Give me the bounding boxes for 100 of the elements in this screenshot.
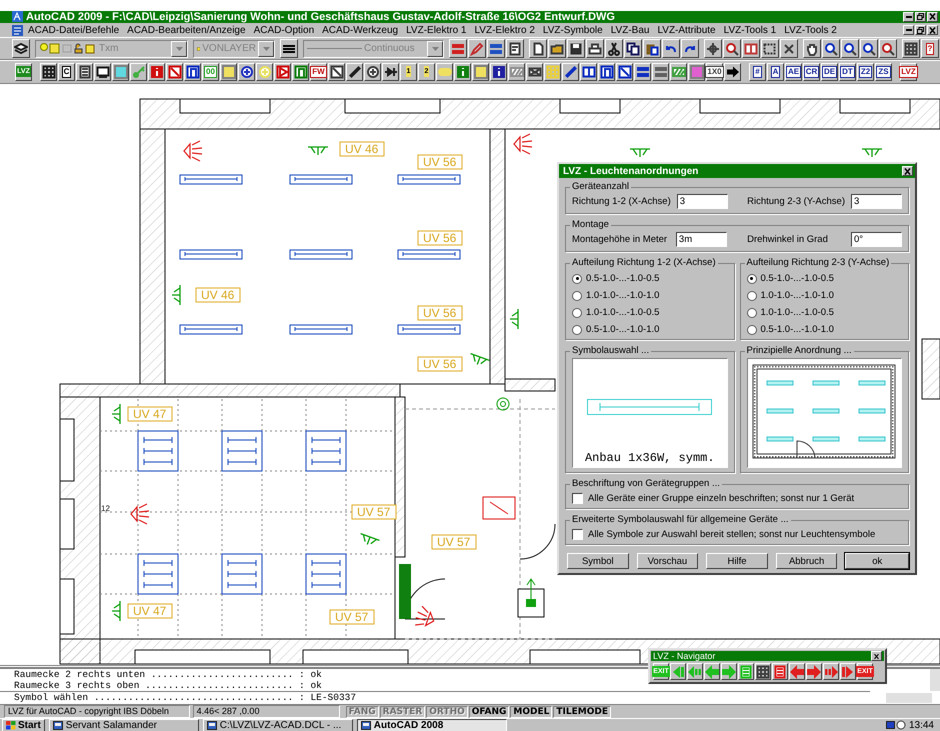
- window-opening: [60, 578, 74, 634]
- taskbar-button[interactable]: C:\LVZ\LVZ-ACAD.DCL - ...: [202, 719, 353, 731]
- toolbar-button[interactable]: #: [749, 62, 766, 81]
- circuit-label: UV 56: [418, 356, 462, 372]
- restore-button[interactable]: [915, 25, 926, 36]
- outlet-symbol: [111, 402, 121, 424]
- toolbar-button[interactable]: C: [58, 62, 75, 81]
- menu-item[interactable]: LVZ-Attribute: [654, 24, 719, 36]
- close-button[interactable]: [927, 25, 938, 36]
- input-field[interactable]: 3: [676, 194, 728, 209]
- toolbar-button[interactable]: A: [767, 62, 784, 81]
- status-toggle[interactable]: MODEL: [510, 706, 552, 718]
- restore-button[interactable]: [915, 12, 926, 22]
- dropdown-arrow-icon: [176, 46, 182, 51]
- device-symbol: [518, 578, 544, 618]
- menu-item[interactable]: ACAD-Option: [250, 24, 318, 36]
- program-icon: [52, 720, 63, 730]
- close-button[interactable]: [871, 651, 882, 661]
- group-title: Aufteilung Richtung 1-2 (X-Achse): [570, 257, 718, 268]
- menu-item[interactable]: ACAD-Werkzeug: [319, 24, 402, 36]
- status-toggle[interactable]: TILEMODE: [553, 706, 611, 718]
- radio-button[interactable]: [572, 308, 582, 318]
- menu-item[interactable]: LVZ-Tools 2: [781, 24, 840, 36]
- menu-item[interactable]: LVZ-Tools 1: [720, 24, 780, 36]
- radio-label: 1.0-1.0-...-1.0-0.5: [586, 307, 660, 318]
- wall-light-symbol: [130, 502, 150, 524]
- toolbar-button[interactable]: CR: [803, 62, 820, 81]
- circuit-label: UV 47: [128, 603, 172, 618]
- circuit-label: UV 57: [330, 609, 374, 624]
- menu-item[interactable]: LVZ-Symbole: [540, 24, 606, 36]
- command-history-line: Raumecke 2 rechts unten ......................... : ok: [13, 668, 322, 680]
- window-opening: [60, 498, 74, 550]
- close-icon: [873, 652, 880, 660]
- taskbar-button[interactable]: Servant Salamander: [48, 719, 199, 731]
- checkbox[interactable]: [572, 529, 583, 540]
- radio-label: 0.5-1.0-...-1.0-1.0: [586, 324, 660, 335]
- start-button[interactable]: Start: [2, 719, 45, 731]
- window-title: AutoCAD 2009 - F:\CAD\Leipzig\Sanierung Wohn- und Geschäftshaus Gustav-Adolf-Straße 16\OG2 Entwurf.DWG: [26, 10, 616, 23]
- radio-button[interactable]: [572, 324, 582, 334]
- luminaire-symbol: [306, 430, 346, 472]
- toolbar-button[interactable]: DE: [821, 62, 838, 81]
- radio-button[interactable]: [746, 290, 756, 300]
- checkbox[interactable]: [572, 493, 583, 504]
- minimize-icon: [906, 16, 912, 18]
- luminaire-symbol: [180, 249, 242, 260]
- minimize-button[interactable]: [903, 25, 914, 36]
- radio-button[interactable]: [572, 274, 582, 284]
- status-text: LVZ für AutoCAD - copyright IBS Döbeln: [4, 705, 190, 718]
- scrollbar[interactable]: [886, 693, 932, 704]
- close-icon: [903, 166, 912, 176]
- radio-button[interactable]: [746, 274, 756, 284]
- color-swatch-icon: [197, 44, 200, 53]
- menu-item[interactable]: LVZ-Elektro 2: [471, 24, 538, 36]
- toolbar-button[interactable]: ?: [921, 39, 939, 58]
- input-field[interactable]: 0°: [851, 232, 902, 247]
- scrollbar[interactable]: [930, 668, 940, 691]
- status-toggle[interactable]: OFANG: [468, 706, 510, 718]
- menu-item[interactable]: LVZ-Bau: [608, 24, 652, 36]
- toolbar-button[interactable]: 1X0: [706, 62, 723, 81]
- linetype-button[interactable]: [280, 39, 298, 58]
- dialog-button[interactable]: Symbol: [567, 553, 629, 569]
- circuit-label: UV 57: [352, 504, 396, 520]
- minimize-icon: [906, 29, 912, 32]
- menu-item[interactable]: ACAD-Bearbeiten/Anzeige: [124, 24, 249, 36]
- toolbar-button[interactable]: DT: [839, 62, 856, 81]
- toolbar-button[interactable]: ZS: [875, 62, 892, 81]
- group-title: Symbolauswahl ...: [570, 345, 652, 356]
- radio-button[interactable]: [572, 290, 582, 300]
- dropdown-arrow-icon: [262, 46, 270, 51]
- outlet-symbol: [171, 284, 181, 306]
- outlet-symbol: [861, 148, 883, 158]
- door-swing: [520, 523, 556, 560]
- radio-button[interactable]: [746, 308, 756, 318]
- wall-light-symbol: [513, 132, 533, 154]
- radio-button[interactable]: [746, 324, 756, 334]
- taskbar-button[interactable]: AutoCAD 2008: [356, 719, 507, 731]
- luminaire-symbol: [290, 249, 352, 260]
- toolbar-button[interactable]: Z2: [857, 62, 874, 81]
- menu-item[interactable]: LVZ-Elektro 1: [403, 24, 470, 36]
- toolbar-button[interactable]: FW: [310, 62, 327, 81]
- dialog-button[interactable]: ok: [845, 553, 910, 569]
- radio-label: 0.5-1.0-...-1.0-0.5: [760, 273, 834, 284]
- outlet-symbol: [111, 600, 121, 622]
- toolbar-button[interactable]: LVZ: [900, 62, 917, 81]
- toolbar-button[interactable]: AE: [785, 62, 802, 81]
- layer-state-icons-drawing: [39, 43, 97, 54]
- dialog-button[interactable]: Vorschau: [636, 553, 698, 569]
- input-field[interactable]: 3: [851, 194, 902, 209]
- dialog-button[interactable]: Abbruch: [776, 553, 838, 569]
- menu-item[interactable]: ACAD-Datei/Befehle: [25, 24, 122, 36]
- layer-button[interactable]: [12, 39, 30, 58]
- checkbox-label: Alle Geräte einer Gruppe einzeln beschriften; sonst nur 1 Gerät: [588, 493, 854, 504]
- dialog-button[interactable]: Hilfe: [706, 553, 768, 569]
- input-field[interactable]: 3m: [676, 232, 727, 247]
- luminaire-symbol: [290, 324, 352, 334]
- luminaire-symbol: [398, 324, 460, 334]
- close-button[interactable]: [902, 166, 913, 176]
- close-button[interactable]: [927, 12, 938, 22]
- minimize-button[interactable]: [903, 12, 914, 22]
- wall: [922, 338, 940, 400]
